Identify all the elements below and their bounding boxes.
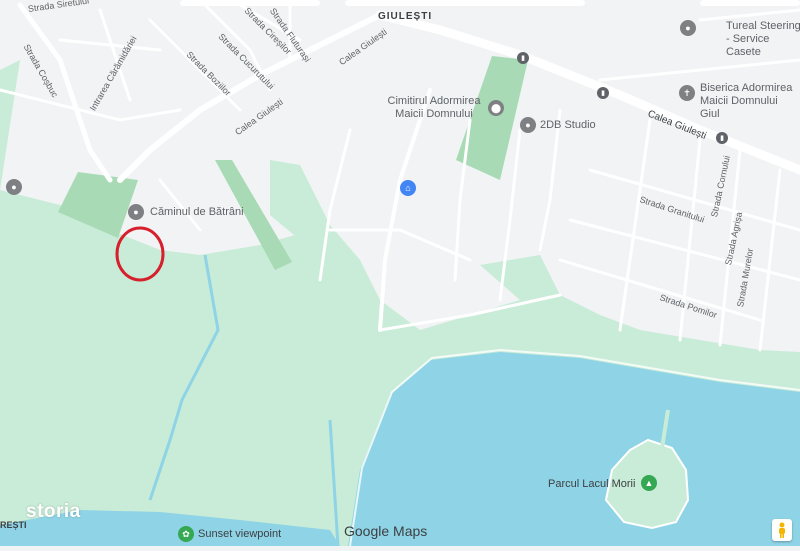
cemetery-label: Cimitirul Adormirea Maicii Domnului [387,95,481,120]
pegman-icon[interactable] [772,519,792,541]
church-label: Biserica Adormirea Maicii Domnului Giul [700,82,793,120]
camin-label: Căminul de Bătrâni [150,206,244,218]
map-canvas [0,0,800,547]
pin-icon[interactable]: ⬤ [488,100,504,116]
district-label: GIULEȘTI [378,11,433,22]
pegman-glyph [779,522,785,538]
sunset-label: Sunset viewpoint [198,528,282,540]
pin-icon[interactable]: ● [680,20,696,36]
transit-icon[interactable]: ▮ [517,52,529,64]
map-view[interactable]: Strada Siretului Strada Coșbuc Strada Ci… [0,0,800,547]
transit-icon[interactable]: ▮ [716,132,728,144]
google-maps-logo: Google Maps [344,523,428,539]
pin-icon[interactable]: ✝ [679,85,695,101]
studio-label: 2DB Studio [540,119,596,131]
home-icon[interactable]: ⌂ [400,180,416,196]
park-label: Parcul Lacul Morii [548,478,636,490]
pin-icon[interactable]: ● [6,179,22,195]
storia-watermark: storia [26,501,81,522]
transit-icon[interactable]: ▮ [597,87,609,99]
pin-icon[interactable]: ● [520,117,536,133]
tree-icon[interactable]: ▲ [641,475,657,491]
street-label: REȘTI [0,520,27,530]
pin-icon[interactable]: ● [128,204,144,220]
photo-icon[interactable]: ✿ [178,526,194,542]
tureal-label: Tureal Steering - Service Casete [726,20,800,58]
